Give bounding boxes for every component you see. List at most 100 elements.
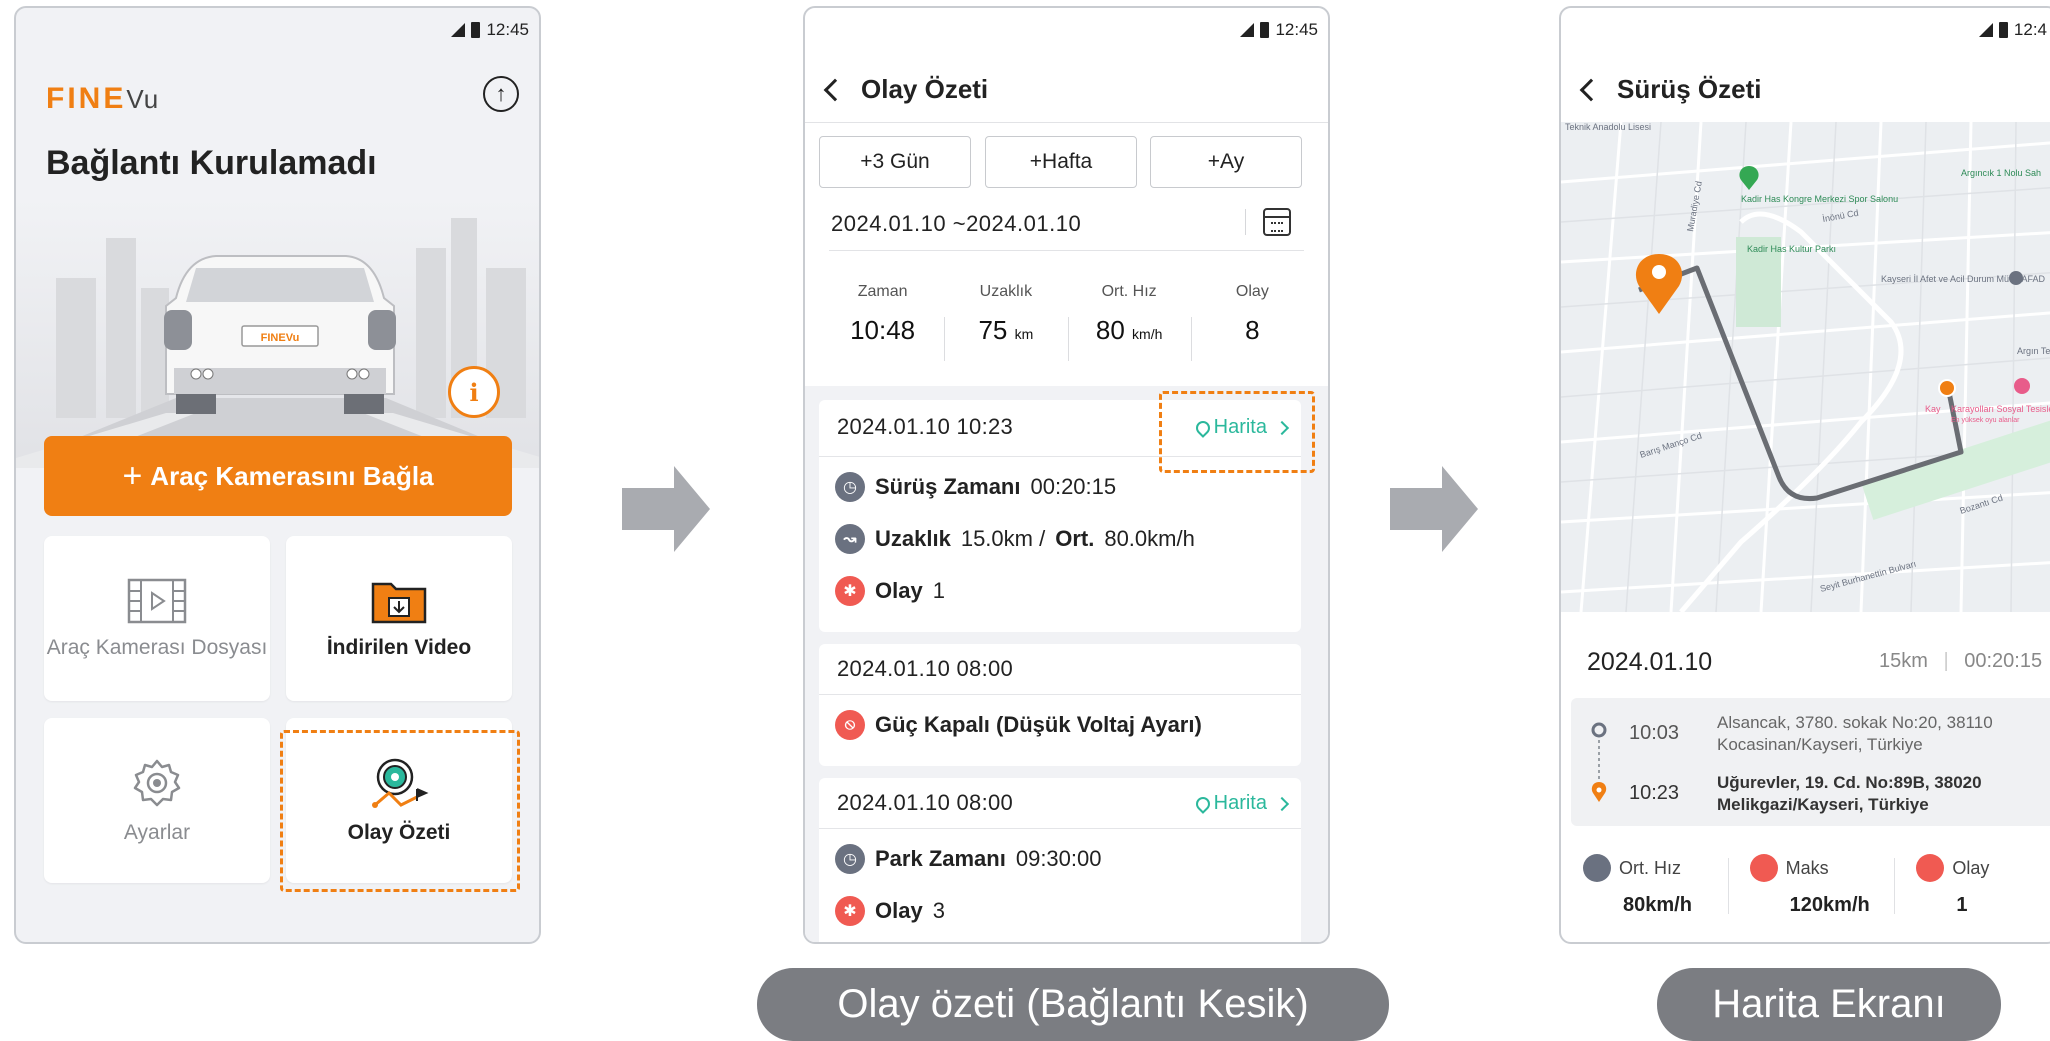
back-icon[interactable] [1579, 78, 1603, 101]
battery-icon [1260, 22, 1270, 38]
drive-stats: Ort. Hız 80km/h Maks 120km/h Olay 1 [1561, 854, 2050, 917]
flow-arrow-icon [1390, 466, 1478, 552]
car-crash-icon: ✱ [835, 896, 865, 926]
battery-icon [471, 22, 481, 38]
range-week-button[interactable]: +Hafta [985, 136, 1137, 188]
stat-time: Zaman 10:48 [850, 283, 916, 345]
start-time: 10:03 [1629, 722, 1680, 744]
date-range: 2024.01.10 ~2024.01.10 [831, 211, 1082, 236]
range-3days-button[interactable]: +3 Gün [819, 136, 971, 188]
plate-text: FINEVu [261, 332, 300, 344]
list-item[interactable]: 2024.01.10 08:00 ⦸ Güç Kapalı (Düşük Vol… [819, 644, 1301, 766]
svg-text:En yüksek oyu alanlar: En yüksek oyu alanlar [1951, 417, 2020, 424]
page-title: Olay Özeti [861, 74, 989, 104]
speedometer-icon [1749, 854, 1778, 882]
list-item[interactable]: 2024.01.10 08:00 Harita ◷ Park Zamanı 09:… [819, 778, 1301, 942]
page-title: Bağlantı Kurulamadı [46, 144, 377, 182]
connect-camera-button[interactable]: + Araç Kamerasını Bağla [44, 436, 512, 516]
calendar-icon[interactable] [1263, 208, 1291, 236]
range-month-button[interactable]: +Ay [1150, 136, 1302, 188]
stat-events: Olay 8 [1190, 283, 1314, 361]
distance-row: ↝ Uzaklık 15.0km / Ort. 80.0km/h [835, 524, 1195, 554]
stat-avg-speed: Ort. Hız 80km/h [1561, 854, 1728, 917]
status-time: 12:45 [486, 20, 529, 39]
svg-text:Kayseri İl Afet ve Acil Durum: Kayseri İl Afet ve Acil Durum Müd - AFAD [1881, 274, 2046, 284]
timer-icon: ◷ [835, 472, 865, 502]
start-address: Alsancak, 3780. sokak No:20, 38110 Kocas… [1717, 713, 1993, 754]
battery-icon [1999, 22, 2008, 38]
plus-icon: + [122, 456, 143, 495]
tile-downloaded-video[interactable]: İndirilen Video [286, 536, 512, 701]
power-off-row: ⦸ Güç Kapalı (Düşük Voltaj Ayarı) [835, 710, 1202, 740]
finevu-logo: FINEVu [46, 82, 160, 115]
svg-text:Kay: Kay [1925, 404, 1941, 414]
status-bar: 12:45 [16, 8, 539, 52]
tile-settings[interactable]: Ayarlar [44, 718, 270, 883]
power-off-icon: ⦸ [835, 710, 865, 740]
end-time: 10:23 [1629, 782, 1680, 804]
caption-map: Harita Ekranı [1657, 968, 2001, 1041]
park-time-row: ◷ Park Zamanı 09:30:00 [835, 844, 1101, 874]
end-address: Uğurevler, 19. Cd. No:89B, 38020 Melikga… [1717, 773, 1982, 814]
drive-time-row: ◷ Sürüş Zamanı 00:20:15 [835, 472, 1116, 502]
speedometer-icon [1583, 854, 1611, 882]
stat-max-speed: Maks 120km/h [1727, 854, 1895, 917]
card-date: 2024.01.10 10:23 [837, 414, 1014, 439]
summary-stats: Zaman 10:48 Uzaklık 75 km Ort. Hız 80 km… [821, 283, 1314, 361]
back-icon[interactable] [823, 78, 847, 101]
card-date: 2024.01.10 08:00 [837, 656, 1014, 681]
info-button[interactable]: i [448, 366, 500, 418]
svg-text:Kadir Has Kultur Parkı: Kadir Has Kultur Parkı [1747, 244, 1836, 254]
home-screen: 12:45 FINEVu ↑ Bağlantı Kurulamadı FINEV… [14, 6, 541, 944]
divider [829, 250, 1304, 251]
download-folder-icon [371, 582, 427, 623]
status-bar: 12:45 [805, 8, 1328, 52]
map-link[interactable]: Harita [1192, 792, 1290, 815]
gear-icon [133, 759, 181, 806]
stat-avg-speed: Ort. Hız 80 km/h [1067, 283, 1191, 361]
page-title: Sürüş Özeti [1617, 74, 1762, 104]
end-point-icon [1938, 379, 1956, 397]
divider [805, 122, 1328, 123]
drive-meta: 15km | 00:20:15 [1879, 650, 2043, 672]
pin-icon [1192, 793, 1213, 814]
divider [1245, 209, 1246, 235]
card-date: 2024.01.10 08:00 [837, 790, 1014, 815]
event-row: ✱ Olay 1 [835, 576, 945, 606]
svg-text:Argın Teknik A: Argın Teknik A [2017, 346, 2050, 356]
caption-summary: Olay özeti (Bağlantı Kesik) [757, 968, 1389, 1041]
flow-arrow-icon [622, 466, 710, 552]
header: Olay Özeti [823, 74, 989, 105]
tile-camera-files[interactable]: Araç Kamerası Dosyası [44, 536, 270, 701]
status-time: 12:45 [1275, 20, 1318, 39]
car-crash-icon: ✱ [835, 576, 865, 606]
highlight-map-link [1159, 391, 1315, 473]
svg-text:Kadir Has Kongre Merkezi Spor: Kadir Has Kongre Merkezi Spor Salonu [1741, 194, 1898, 204]
car-illustration: FINEVu [16, 198, 539, 468]
status-time: 12:4 [2013, 20, 2047, 39]
highlight-event-summary [280, 730, 520, 892]
chevron-right-icon [1274, 796, 1290, 811]
route-details: 10:03 Alsancak, 3780. sokak No:20, 38110… [1571, 698, 2050, 826]
route-line-icon [1591, 722, 1607, 802]
signal-icon [1979, 23, 1993, 37]
film-icon [127, 578, 187, 623]
route-map[interactable]: Teknik Anadolu Lisesi Kadir Has Kongre M… [1561, 122, 2050, 612]
svg-text:Teknik Anadolu Lisesi: Teknik Anadolu Lisesi [1565, 122, 1651, 132]
event-list: 2024.01.10 10:23 Harita ◷ Sürüş Zamanı 00… [805, 386, 1328, 942]
stat-distance: Uzaklık 75 km [944, 283, 1067, 361]
map-screen: 12:4 Sürüş Özeti Teknik Anadolu Lisesi K… [1559, 6, 2050, 944]
car-crash-icon [1916, 854, 1945, 882]
timer-icon: ◷ [835, 844, 865, 874]
signal-icon [1240, 23, 1255, 37]
event-row: ✱ Olay 3 [835, 896, 945, 926]
header: Sürüş Özeti [1579, 74, 1762, 105]
event-summary-screen: 12:45 Olay Özeti +3 Gün +Hafta +Ay 2024.… [803, 6, 1330, 944]
signal-icon [451, 23, 466, 37]
svg-text:Karayolları Sosyal Tesisleri: Karayolları Sosyal Tesisleri [1951, 404, 2050, 414]
upload-icon[interactable]: ↑ [483, 76, 519, 112]
drive-date: 2024.01.10 [1587, 648, 1713, 676]
status-bar: 12:4 [1561, 8, 2050, 52]
svg-text:Argıncık 1 Nolu Sah: Argıncık 1 Nolu Sah [1961, 168, 2041, 178]
route-icon: ↝ [835, 524, 865, 554]
